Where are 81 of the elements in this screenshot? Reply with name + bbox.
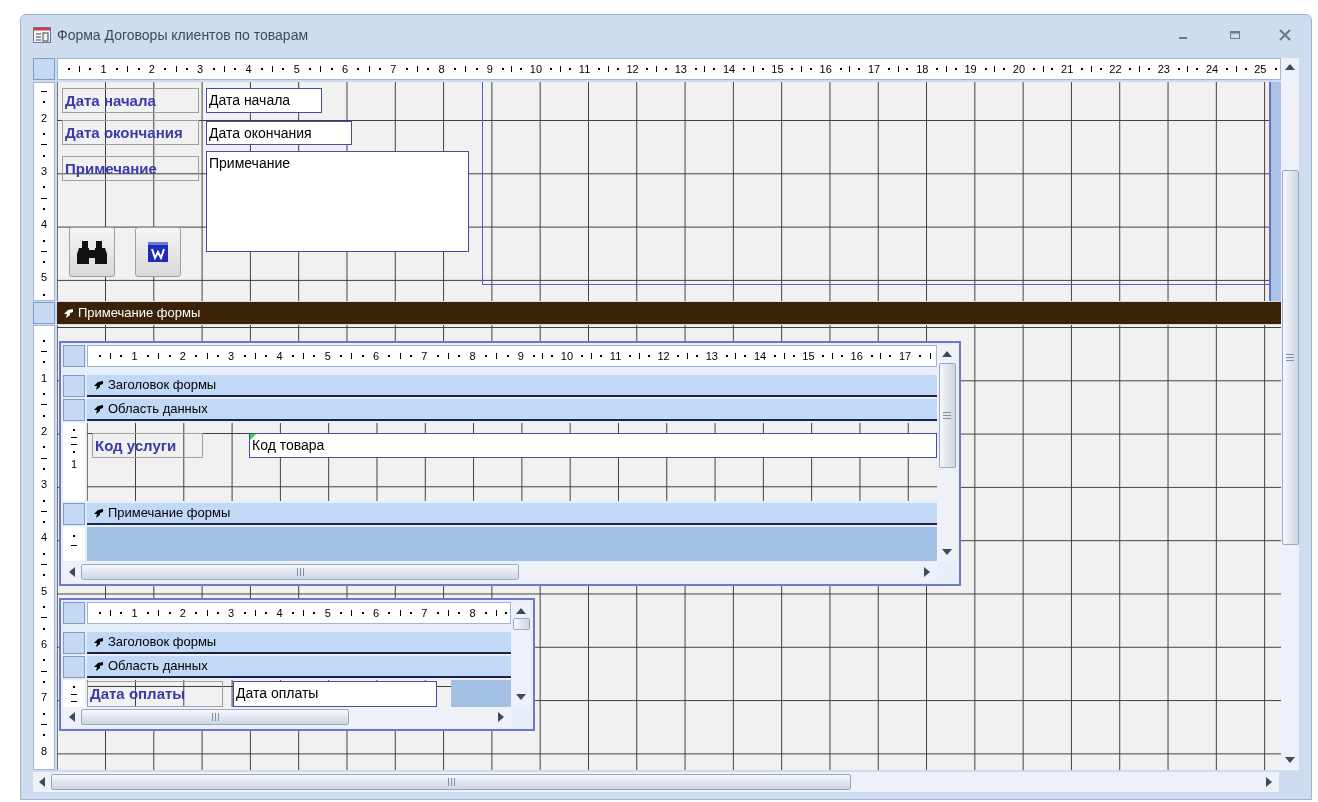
text-box[interactable]: Код товара (249, 433, 937, 458)
ruler-number: 7 (40, 692, 48, 704)
window-title: Форма Договоры клиентов по товарам (57, 25, 309, 45)
ruler-number: 1 (131, 607, 138, 619)
ruler-number: 23 (1157, 63, 1170, 75)
ruler-number: 4 (40, 532, 48, 544)
ruler-number: 2 (40, 425, 48, 437)
ruler-number: 21 (1061, 63, 1074, 75)
ruler-number: 11 (609, 350, 622, 362)
ruler-number: 5 (324, 607, 331, 619)
ruler-number: 10 (560, 350, 574, 362)
ruler-number: 2 (40, 112, 48, 124)
ruler-number: 2 (179, 607, 186, 619)
ruler-number: 3 (228, 350, 235, 362)
section-bar[interactable]: Область данных (87, 656, 511, 678)
section-title: Область данных (108, 400, 208, 419)
ruler-number: 3 (40, 165, 48, 177)
ruler-number: 7 (421, 350, 428, 362)
ruler-number: 9 (517, 350, 524, 362)
ruler-number: 6 (372, 350, 380, 362)
ruler-number: 5 (40, 585, 48, 597)
ruler-number: 12 (626, 63, 639, 75)
ruler-number: 8 (469, 607, 476, 619)
ruler-number: 24 (1205, 63, 1219, 75)
section-bar[interactable]: Область данных (87, 399, 937, 421)
ruler-number: 4 (40, 219, 48, 231)
ruler-number: 1 (40, 372, 48, 384)
ruler-number: 14 (754, 350, 767, 362)
ruler-number: 1 (70, 459, 78, 470)
ruler-number: 3 (228, 607, 235, 619)
ruler-number: 4 (245, 63, 252, 75)
ruler-number: 15 (802, 350, 815, 362)
ruler-number: 25 (1254, 63, 1267, 75)
section-bar[interactable]: Примечание формы (87, 503, 937, 525)
ruler-number: 5 (40, 272, 48, 284)
ruler-number: 5 (324, 350, 331, 362)
ruler-number: 15 (771, 63, 784, 75)
ruler-number: 8 (469, 350, 476, 362)
ruler-number: 9 (486, 63, 493, 75)
ruler-number: 17 (898, 350, 912, 362)
ruler-number: 8 (40, 745, 48, 757)
ruler-number: 16 (819, 63, 832, 75)
ruler-number: 19 (964, 63, 977, 75)
ruler-number: 10 (529, 63, 543, 75)
ruler-number: 1 (100, 63, 107, 75)
section-title: Заголовок формы (108, 376, 217, 395)
ruler-number: 8 (438, 63, 445, 75)
section-bar[interactable]: Примечание формы (57, 302, 1281, 324)
ruler-number: 13 (674, 63, 687, 75)
ruler-number: 6 (40, 639, 48, 651)
section-title: Примечание формы (78, 304, 201, 323)
ruler-number: 14 (723, 63, 736, 75)
ruler-number: 4 (276, 607, 283, 619)
ruler-number: 6 (372, 607, 380, 619)
ruler-number: 3 (40, 479, 48, 491)
ruler-number: 7 (390, 63, 397, 75)
ruler-number: 22 (1109, 63, 1122, 75)
ruler-number: 2 (179, 350, 186, 362)
ruler-number: 5 (293, 63, 300, 75)
section-title: Примечание формы (108, 504, 231, 523)
text-box[interactable]: Дата окончания (206, 121, 352, 145)
ruler-number: 13 (705, 350, 718, 362)
section-bar[interactable]: Заголовок формы (87, 632, 511, 654)
ruler-number: 16 (850, 350, 863, 362)
ruler-number: 2 (148, 63, 155, 75)
text-box[interactable]: Дата начала (206, 88, 322, 113)
ruler-number: 4 (276, 350, 283, 362)
section-title: Заголовок формы (108, 633, 217, 652)
section-bar[interactable]: Заголовок формы (87, 375, 937, 397)
text-box[interactable]: Дата оплаты (233, 681, 437, 707)
ruler-number: 7 (421, 607, 428, 619)
ruler-number: 12 (657, 350, 670, 362)
section-title: Область данных (108, 657, 208, 676)
ruler-number: 1 (131, 350, 138, 362)
ruler-number: 17 (867, 63, 881, 75)
text-box[interactable]: Примечание (206, 151, 469, 252)
ruler-number: 18 (916, 63, 929, 75)
ruler-number: 20 (1012, 63, 1025, 75)
ruler-number: 11 (578, 63, 591, 75)
ruler-number: 3 (197, 63, 204, 75)
ruler-number: 6 (341, 63, 349, 75)
